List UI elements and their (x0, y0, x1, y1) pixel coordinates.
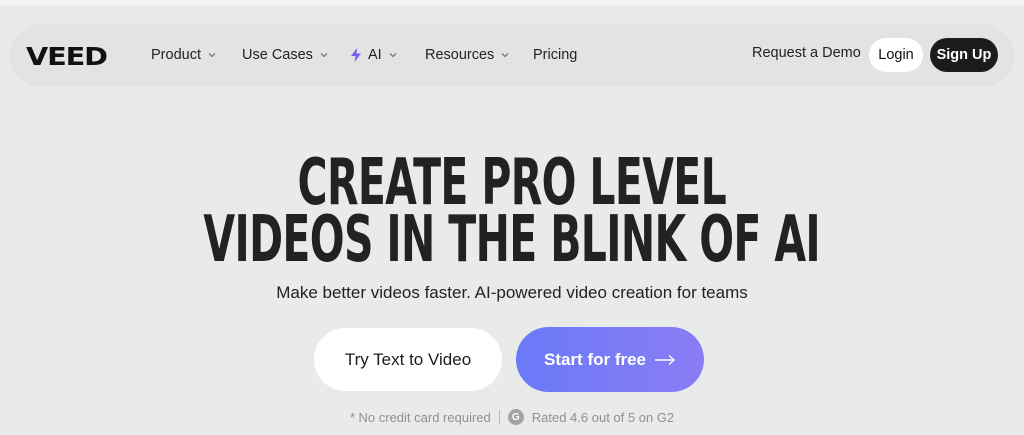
nav-item-label: Product (151, 47, 201, 63)
chevron-down-icon (208, 53, 216, 58)
nav-item-product[interactable]: Product (151, 45, 217, 65)
nav-item-label: Pricing (533, 47, 578, 63)
divider (498, 410, 500, 424)
nav-item-label: AI (368, 47, 382, 63)
g2-rating-text: Rated 4.6 out of 5 on G2 (531, 409, 675, 425)
nav-item-resources[interactable]: Resources (425, 45, 510, 65)
start-for-free-button[interactable]: Start for free (516, 327, 704, 392)
nav-item-use-cases[interactable]: Use Cases (242, 45, 329, 65)
nav-item-label: Use Cases (242, 47, 313, 63)
top-navigation-bar: VEED Product Use Cases AI Resources Pric… (10, 24, 1014, 87)
lightning-bolt-icon (351, 48, 361, 62)
top-edge (0, 0, 1024, 5)
sign-up-button[interactable]: Sign Up (930, 38, 998, 72)
try-text-to-video-button[interactable]: Try Text to Video (314, 328, 502, 391)
nav-item-label: Resources (425, 47, 495, 63)
chevron-down-icon (320, 53, 328, 58)
chevron-down-icon (501, 53, 509, 58)
nav-item-pricing[interactable]: Pricing (533, 45, 577, 65)
hero-subtitle: Make better videos faster. AI-powered vi… (276, 283, 748, 302)
nav-item-ai[interactable]: AI (350, 45, 398, 65)
no-credit-card-note: * No credit card required (349, 409, 491, 425)
chevron-down-icon (389, 53, 397, 58)
hero-footnote: * No credit card required G Rated 4.6 ou… (0, 409, 1024, 425)
login-button[interactable]: Login (869, 38, 923, 72)
request-demo-link[interactable]: Request a Demo (752, 45, 861, 61)
start-button-label: Start for free (543, 349, 647, 369)
veed-logo[interactable]: VEED (26, 42, 108, 71)
g2-logo-icon: G (507, 409, 524, 425)
hero-headline-line-2: VIDEOS IN THE BLINK OF AI (203, 203, 821, 277)
arrow-right-icon (655, 354, 676, 365)
